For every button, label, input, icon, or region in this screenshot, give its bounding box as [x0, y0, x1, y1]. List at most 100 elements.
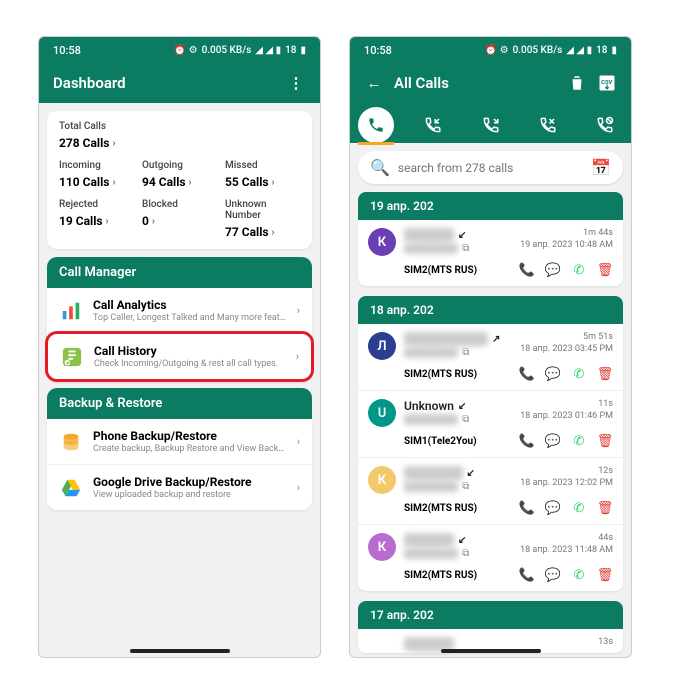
incoming-arrow-icon: ↙	[458, 535, 466, 546]
incoming-arrow-icon: ↙	[458, 230, 466, 241]
stat-unknown[interactable]: Unknown Number 77 Calls›	[225, 199, 300, 239]
analytics-icon	[59, 299, 83, 323]
contact-name: Unknown	[404, 399, 454, 413]
item-call-analytics[interactable]: Call Analytics Top Caller, Longest Talke…	[47, 288, 312, 333]
copy-icon[interactable]: ⧉	[462, 347, 469, 358]
item-call-history[interactable]: Call History Check Incoming/Outgoing & r…	[45, 331, 314, 382]
section-call-manager: Call Manager Call Analytics Top Caller, …	[47, 257, 312, 380]
copy-icon[interactable]: ⧉	[462, 548, 469, 559]
delete-icon[interactable]	[567, 73, 587, 93]
whatsapp-action-icon[interactable]: ✆	[571, 500, 587, 516]
tab-all-calls[interactable]	[358, 107, 394, 143]
stat-rejected[interactable]: Rejected 19 Calls›	[59, 199, 134, 239]
chevron-right-icon: ›	[297, 304, 300, 317]
call-action-icon[interactable]: 📞	[519, 567, 535, 583]
search-icon: 🔍	[370, 158, 390, 177]
delete-action-icon[interactable]: 🗑	[597, 433, 613, 449]
date-header: 19 апр. 202	[358, 192, 623, 220]
status-bar: 10:58 ⏰ ⚙ 0.005 KB/s ◢ ◢ ▮18▮	[350, 37, 631, 63]
avatar: К	[368, 228, 396, 256]
sim-label: SIM2(MTS RUS)	[404, 265, 477, 276]
date-header: 17 апр. 202	[358, 601, 623, 629]
status-time: 10:58	[364, 44, 392, 57]
app-bar: ← All Calls CSV	[350, 63, 631, 103]
avatar: Л	[368, 332, 396, 360]
contact-name-blurred: ████	[404, 228, 454, 242]
sms-action-icon[interactable]: 💬	[545, 433, 561, 449]
delete-action-icon[interactable]: 🗑	[597, 567, 613, 583]
app-bar: Dashboard ⋮	[39, 63, 320, 103]
chevron-right-icon: ›	[296, 350, 299, 363]
item-gdrive-backup[interactable]: Google Drive Backup/Restore View uploade…	[47, 464, 312, 510]
whatsapp-action-icon[interactable]: ✆	[571, 366, 587, 382]
tab-outgoing[interactable]	[473, 107, 509, 143]
call-row[interactable]: Л ████████ ↗ ██████⧉ 5m 51s18 апр. 2023 …	[358, 324, 623, 390]
call-row[interactable]: К █████ ↙ ██████⧉ 12s18 апр. 2023 12:02 …	[358, 457, 623, 524]
call-row[interactable]: U Unknown ↙ ██████⧉ 11s18 апр. 2023 01:4…	[358, 390, 623, 457]
incoming-arrow-icon: ↙	[467, 468, 475, 479]
overflow-menu-icon[interactable]: ⋮	[286, 73, 306, 93]
status-icons: ⏰ ⚙ 0.005 KB/s ◢ ◢ ▮18▮	[485, 45, 617, 56]
gdrive-icon	[59, 476, 83, 500]
stat-outgoing[interactable]: Outgoing 94 Calls›	[142, 160, 217, 189]
call-history-icon	[60, 345, 84, 369]
status-time: 10:58	[53, 44, 81, 57]
call-action-icon[interactable]: 📞	[519, 366, 535, 382]
avatar: К	[368, 533, 396, 561]
whatsapp-action-icon[interactable]: ✆	[571, 262, 587, 278]
stat-blocked[interactable]: Blocked 0›	[142, 199, 217, 239]
stats-card: Total Calls 278 Calls› Incoming 110 Call…	[47, 111, 312, 249]
tab-missed[interactable]	[530, 107, 566, 143]
stat-missed[interactable]: Missed 55 Calls›	[225, 160, 300, 189]
delete-action-icon[interactable]: 🗑	[597, 262, 613, 278]
stat-incoming[interactable]: Incoming 110 Calls›	[59, 160, 134, 189]
back-icon[interactable]: ←	[364, 73, 384, 93]
chevron-right-icon: ›	[112, 138, 115, 149]
filter-tabs	[350, 103, 631, 143]
sms-action-icon[interactable]: 💬	[545, 567, 561, 583]
item-phone-backup[interactable]: Phone Backup/Restore Create backup, Back…	[47, 419, 312, 464]
csv-export-icon[interactable]: CSV	[597, 73, 617, 93]
avatar: U	[368, 399, 396, 427]
call-row[interactable]: К ████ ↙ ██████⧉ 44s18 апр. 2023 11:48 A…	[358, 524, 623, 591]
avatar: К	[368, 466, 396, 494]
call-action-icon[interactable]: 📞	[519, 262, 535, 278]
whatsapp-action-icon[interactable]: ✆	[571, 567, 587, 583]
phone-right: 10:58 ⏰ ⚙ 0.005 KB/s ◢ ◢ ▮18▮ ← All Call…	[349, 36, 632, 658]
sms-action-icon[interactable]: 💬	[545, 500, 561, 516]
section-backup-restore: Backup & Restore Phone Backup/Restore Cr…	[47, 388, 312, 510]
incoming-arrow-icon: ↙	[458, 401, 466, 412]
chevron-right-icon: ›	[297, 481, 300, 494]
outgoing-arrow-icon: ↗	[492, 334, 500, 345]
whatsapp-action-icon[interactable]: ✆	[571, 433, 587, 449]
nav-bar-pill	[441, 649, 541, 653]
calendar-icon[interactable]: 📅	[591, 158, 611, 177]
call-list: 19 апр. 202 К ████ ↙ ██████⧉ 1m 44s19 ап…	[350, 192, 631, 657]
search-bar[interactable]: 🔍 📅	[358, 151, 623, 184]
status-bar: 10:58 ⏰ ⚙ 0.005 KB/s ◢ ◢ ▮18▮	[39, 37, 320, 63]
sms-action-icon[interactable]: 💬	[545, 366, 561, 382]
call-row[interactable]: К ████ ↙ ██████⧉ 1m 44s19 апр. 2023 10:4…	[358, 220, 623, 286]
phone-left: 10:58 ⏰ ⚙ 0.005 KB/s ◢ ◢ ▮18▮ Dashboard …	[38, 36, 321, 658]
stat-total[interactable]: Total Calls 278 Calls›	[59, 121, 300, 150]
date-header: 18 апр. 202	[358, 296, 623, 324]
copy-icon[interactable]: ⧉	[462, 481, 469, 492]
nav-bar-pill	[130, 649, 230, 653]
section-header: Backup & Restore	[47, 388, 312, 419]
tab-rejected[interactable]	[587, 107, 623, 143]
chevron-right-icon: ›	[297, 435, 300, 448]
search-input[interactable]	[398, 161, 583, 175]
call-action-icon[interactable]: 📞	[519, 500, 535, 516]
page-title: All Calls	[394, 74, 449, 92]
page-title: Dashboard	[53, 74, 126, 92]
status-icons: ⏰ ⚙ 0.005 KB/s ◢ ◢ ▮18▮	[174, 45, 306, 56]
call-action-icon[interactable]: 📞	[519, 433, 535, 449]
delete-action-icon[interactable]: 🗑	[597, 366, 613, 382]
backup-icon	[59, 430, 83, 454]
delete-action-icon[interactable]: 🗑	[597, 500, 613, 516]
tab-incoming[interactable]	[415, 107, 451, 143]
copy-icon[interactable]: ⧉	[462, 243, 469, 254]
section-header: Call Manager	[47, 257, 312, 288]
copy-icon[interactable]: ⧉	[462, 414, 469, 425]
sms-action-icon[interactable]: 💬	[545, 262, 561, 278]
